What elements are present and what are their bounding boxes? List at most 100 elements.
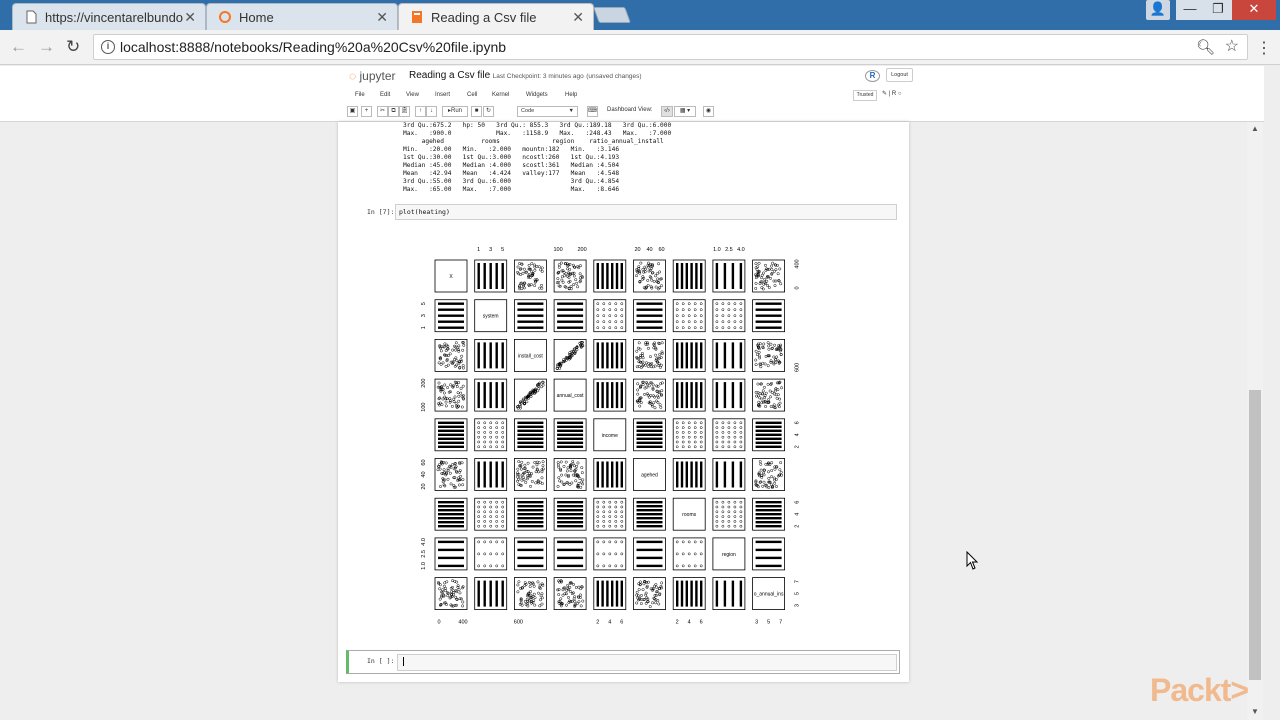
band-mark xyxy=(739,263,743,289)
variable-label: install_cost xyxy=(518,353,543,359)
band-mark xyxy=(676,580,679,607)
menu-insert[interactable]: Insert xyxy=(435,92,450,98)
code-input[interactable] xyxy=(397,654,897,671)
band-mark xyxy=(755,425,782,428)
tab-home[interactable]: Home ✕ xyxy=(206,3,398,30)
band-mark xyxy=(680,580,684,607)
menu-help[interactable]: Help xyxy=(565,92,577,98)
save-icon[interactable]: ▣ xyxy=(347,106,358,117)
band-mark xyxy=(517,308,544,311)
band-mark xyxy=(695,382,698,409)
user-profile-icon[interactable]: 👤 xyxy=(1146,0,1170,20)
band-mark xyxy=(557,501,584,504)
maximize-window-button[interactable]: ❐ xyxy=(1204,0,1232,20)
move-up-icon[interactable]: ↑ xyxy=(415,106,426,117)
band-mark xyxy=(636,425,663,428)
close-tab-icon[interactable]: ✕ xyxy=(572,9,584,26)
right-tick-label: 4 xyxy=(794,433,800,436)
scroll-down-arrow-icon[interactable]: ▼ xyxy=(1251,707,1259,716)
cell-type-select[interactable]: Code ▼ xyxy=(517,106,578,117)
scroll-thumb[interactable] xyxy=(1249,390,1261,680)
notebook-name[interactable]: Reading a Csv file xyxy=(409,70,490,81)
stop-icon[interactable]: ■ xyxy=(471,106,482,117)
band-mark xyxy=(557,421,584,424)
add-cell-icon[interactable]: + xyxy=(361,106,372,117)
r-kernel-logo: R xyxy=(865,70,880,82)
menu-edit[interactable]: Edit xyxy=(380,92,390,98)
band-mark xyxy=(606,342,609,369)
band-mark xyxy=(438,525,464,528)
document-icon xyxy=(26,10,37,24)
new-tab-button[interactable] xyxy=(593,7,631,23)
info-icon[interactable]: i xyxy=(101,40,115,54)
close-window-button[interactable]: ✕ xyxy=(1232,0,1276,20)
band-mark xyxy=(501,263,504,289)
active-code-cell[interactable]: In [ ]: xyxy=(346,650,900,674)
checkpoint-status: Last Checkpoint: 3 minutes ago xyxy=(492,73,584,80)
dashboard-preview-icon[interactable]: ◉ xyxy=(703,106,714,117)
band-mark xyxy=(517,441,544,444)
page-scrollbar[interactable]: ▲ ▼ xyxy=(1247,122,1263,720)
band-mark xyxy=(636,302,663,305)
bookmark-star-icon[interactable]: ☆ xyxy=(1225,35,1239,59)
restart-icon[interactable]: ↻ xyxy=(483,106,494,117)
band-mark xyxy=(620,342,623,369)
band-mark xyxy=(723,263,727,289)
band-mark xyxy=(495,461,498,488)
minimize-window-button[interactable]: — xyxy=(1176,0,1204,20)
band-mark xyxy=(501,580,504,607)
tab-vincentarelbundo[interactable]: https://vincentarelbundo ✕ xyxy=(12,3,206,30)
band-mark xyxy=(755,320,782,323)
band-mark xyxy=(557,525,584,528)
band-mark xyxy=(557,540,584,544)
back-arrow-icon[interactable]: ← xyxy=(10,37,27,57)
paste-icon[interactable]: 📋︎ xyxy=(399,106,410,117)
band-mark xyxy=(700,580,703,607)
code-view-icon[interactable]: ‹/› xyxy=(661,106,673,117)
move-down-icon[interactable]: ↓ xyxy=(426,106,437,117)
band-mark xyxy=(477,580,480,607)
copy-icon[interactable]: ⧉ xyxy=(388,106,399,117)
bottom-tick-label: 5 xyxy=(767,619,770,625)
browser-menu-icon[interactable]: ⋮ xyxy=(1256,38,1272,58)
band-mark xyxy=(517,564,544,568)
band-mark xyxy=(483,263,486,289)
band-mark xyxy=(601,382,604,409)
run-button[interactable]: ▸Run xyxy=(442,106,468,117)
top-tick-label: 60 xyxy=(658,247,664,253)
menu-cell[interactable]: Cell xyxy=(467,92,477,98)
bottom-tick-label: 6 xyxy=(700,619,703,625)
reload-icon[interactable]: ↻ xyxy=(66,37,80,57)
plot-code-cell[interactable]: plot(heating) xyxy=(395,204,897,220)
address-bar[interactable]: i localhost:8888/notebooks/Reading%20a%2… xyxy=(93,34,1248,60)
menu-view[interactable]: View xyxy=(406,92,419,98)
band-mark xyxy=(438,517,464,520)
keyboard-icon[interactable]: ⌨ xyxy=(587,106,598,117)
menu-widgets[interactable]: Widgets xyxy=(526,92,548,98)
scroll-up-arrow-icon[interactable]: ▲ xyxy=(1251,124,1259,133)
logout-button[interactable]: Logout xyxy=(886,68,913,82)
right-tick-label: 2 xyxy=(794,445,800,448)
band-mark xyxy=(489,580,492,607)
band-mark xyxy=(690,382,693,409)
close-tab-icon[interactable]: ✕ xyxy=(376,9,388,26)
jupyter-logo[interactable]: ◌ jupyter xyxy=(349,69,396,83)
tab-notebook[interactable]: Reading a Csv file ✕ xyxy=(398,3,594,30)
trusted-badge[interactable]: Trusted xyxy=(853,90,877,101)
band-mark xyxy=(755,302,782,305)
band-mark xyxy=(636,437,663,440)
band-mark xyxy=(755,437,782,440)
menu-kernel[interactable]: Kernel xyxy=(492,92,509,98)
zoom-icon[interactable]: 🔍︎ xyxy=(1196,36,1215,60)
menu-file[interactable]: File xyxy=(355,92,365,98)
forward-arrow-icon[interactable]: → xyxy=(38,37,55,57)
band-mark xyxy=(495,342,498,369)
plot-code: plot(heating) xyxy=(399,208,450,216)
band-mark xyxy=(611,263,614,289)
band-mark xyxy=(489,461,492,488)
close-tab-icon[interactable]: ✕ xyxy=(184,9,196,26)
run-label: Run xyxy=(451,108,463,114)
plot-cell-prompt: In [7]: xyxy=(367,208,395,216)
grid-view-icon[interactable]: ▦ ▾ xyxy=(674,106,696,117)
cut-icon[interactable]: ✂ xyxy=(377,106,388,117)
